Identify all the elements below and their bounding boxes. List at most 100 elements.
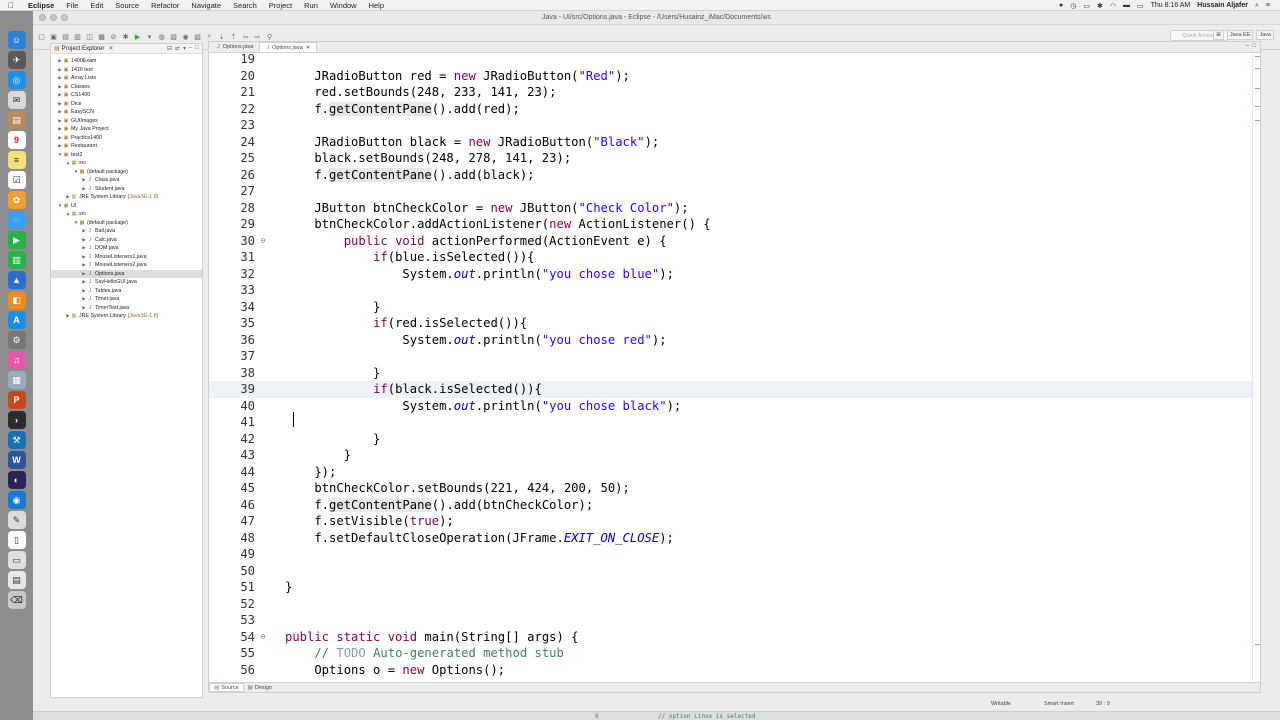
document-icon[interactable]: ▯: [7, 531, 26, 549]
tree-item[interactable]: ▶ J DOM.java: [51, 244, 202, 253]
bluetooth-icon[interactable]: ✱: [1097, 2, 1103, 10]
external-tools-icon[interactable]: ◍: [157, 33, 166, 42]
tree-item[interactable]: ▶ ▣ Restaurant: [51, 142, 202, 151]
tree-item[interactable]: ▼ ▣ UI: [51, 202, 202, 211]
code-area[interactable]: 19 20 JRadioButton red = new JRadioButton…: [209, 54, 1254, 681]
code-line[interactable]: 20 JRadioButton red = new JRadioButton("…: [209, 68, 1254, 85]
window-title-bar[interactable]: Java - UI/src/Options.java - Eclipse - /…: [33, 11, 1280, 25]
open-type-icon[interactable]: ◫: [85, 33, 94, 42]
code-line[interactable]: 27: [209, 183, 1254, 200]
code-line[interactable]: 23: [209, 117, 1254, 134]
collapse-all-icon[interactable]: ⊟: [167, 45, 172, 52]
menu-refactor[interactable]: Refactor: [145, 1, 185, 10]
code-line[interactable]: 46 f.getContentPane().add(btnCheckColor)…: [209, 497, 1254, 514]
tree-item[interactable]: ▶ J Calc.java: [51, 236, 202, 245]
contacts-icon[interactable]: ▤: [7, 111, 26, 129]
user-name[interactable]: Hussain Aljafer: [1197, 2, 1248, 9]
tree-item[interactable]: ▶ ▣ Array Lists: [51, 74, 202, 83]
fold-marker-icon[interactable]: ⊖: [259, 632, 267, 641]
code-line[interactable]: 19: [209, 54, 1254, 68]
code-line[interactable]: 37: [209, 348, 1254, 365]
code-line[interactable]: 50: [209, 563, 1254, 580]
code-line[interactable]: 39 if(black.isSelected()){: [209, 381, 1254, 398]
overview-ruler[interactable]: [1252, 54, 1260, 681]
minimize-icon[interactable]: –: [189, 45, 192, 52]
tree-item[interactable]: ▼ ▦ src: [51, 210, 202, 219]
record-icon[interactable]: ●: [1059, 2, 1063, 9]
perspective-java[interactable]: Java: [1256, 30, 1274, 40]
powerpoint-icon[interactable]: P: [7, 391, 26, 409]
tree-item[interactable]: ▶ ▣ Dice: [51, 100, 202, 109]
menu-source[interactable]: Source: [109, 1, 145, 10]
code-line[interactable]: 45 btnCheckColor.setBounds(221, 424, 200…: [209, 480, 1254, 497]
keynote-icon[interactable]: ▲: [7, 271, 26, 289]
code-line[interactable]: 52: [209, 596, 1254, 613]
code-line[interactable]: 41: [209, 414, 1254, 431]
close-icon[interactable]: ✕: [108, 45, 113, 52]
menu-project[interactable]: Project: [263, 1, 298, 10]
menu-navigate[interactable]: Navigate: [185, 1, 227, 10]
zoom-window-icon[interactable]: [61, 14, 68, 21]
tree-item[interactable]: ▶ ▥ JRE System Library [JavaSE-1.8]: [51, 193, 202, 202]
project-explorer-tab[interactable]: ▤ Project Explorer ✕ ⊟ ⇄ ▾ – □: [51, 44, 202, 54]
open-task-icon[interactable]: ▨: [193, 33, 202, 42]
editor-tab-options-1[interactable]: J Options.java: [211, 42, 259, 52]
code-line[interactable]: 55 // TODO Auto-generated method stub: [209, 645, 1254, 662]
ibooks-icon[interactable]: ◧: [7, 291, 26, 309]
close-window-icon[interactable]: [39, 14, 46, 21]
terminal-icon[interactable]: ›: [7, 411, 26, 429]
finder-icon[interactable]: ☺: [7, 31, 26, 49]
new-java-package-icon[interactable]: ▧: [169, 33, 178, 42]
editor-tab-options-2[interactable]: J Options.java ✕: [259, 42, 318, 52]
notes-icon[interactable]: ≡: [7, 151, 26, 169]
tree-item[interactable]: ▶ J MouseListeners2.java: [51, 261, 202, 270]
status-insert-mode[interactable]: Smart Insert: [1044, 701, 1074, 707]
code-line[interactable]: 36 System.out.println("you chose red");: [209, 332, 1254, 349]
ruler-mark[interactable]: [1255, 120, 1260, 121]
code-line[interactable]: 38 }: [209, 365, 1254, 382]
mail-icon[interactable]: ✉: [7, 91, 26, 109]
notification-center-icon[interactable]: ≡: [1266, 2, 1270, 9]
source-tab[interactable]: ▤ Source: [209, 683, 244, 692]
folder-icon[interactable]: ▤: [7, 571, 26, 589]
airplay-icon[interactable]: ▭: [1083, 2, 1090, 10]
safari-icon[interactable]: ◎: [7, 71, 26, 89]
code-line[interactable]: 28 JButton btnCheckColor = new JButton("…: [209, 200, 1254, 217]
code-line[interactable]: 42 }: [209, 431, 1254, 448]
link-editor-icon[interactable]: ⇄: [175, 45, 180, 52]
camera-icon[interactable]: ◉: [7, 491, 26, 509]
calendar-icon[interactable]: 9: [7, 131, 26, 149]
minimize-editor-icon[interactable]: –: [1246, 43, 1249, 49]
timer-icon[interactable]: ◷: [1070, 2, 1076, 10]
code-line[interactable]: 30 ⊖ public void actionPerformed(ActionEv…: [209, 233, 1254, 250]
code-line[interactable]: 40 System.out.println("you chose black")…: [209, 398, 1254, 415]
tree-item[interactable]: ▶ ▣ CS1400: [51, 91, 202, 100]
flag-icon[interactable]: ▬: [1123, 2, 1130, 9]
menu-run[interactable]: Run: [298, 1, 324, 10]
perspective-java-ee[interactable]: Java EE: [1226, 30, 1254, 40]
close-tab-icon[interactable]: ✕: [306, 45, 311, 51]
minimize-window-icon[interactable]: [50, 14, 57, 21]
open-perspective-icon[interactable]: ⊞: [1213, 30, 1224, 40]
tree-item[interactable]: ▶ J Class.java: [51, 176, 202, 185]
code-line[interactable]: 35 if(red.isSelected()){: [209, 315, 1254, 332]
photos-icon[interactable]: ✿: [7, 191, 26, 209]
itunes-icon[interactable]: ♫: [7, 351, 26, 369]
menu-window[interactable]: Window: [324, 1, 363, 10]
code-line[interactable]: 22 f.getContentPane().add(red);: [209, 101, 1254, 118]
tree-item[interactable]: ▶ ▣ Classes: [51, 83, 202, 92]
new-icon[interactable]: ▢: [37, 33, 46, 42]
code-line[interactable]: 53: [209, 612, 1254, 629]
save-icon[interactable]: ▣: [49, 33, 58, 42]
tree-item[interactable]: ▶ J MouseListeners1.java: [51, 253, 202, 262]
numbers-icon[interactable]: ▥: [7, 251, 26, 269]
tree-item[interactable]: ▶ ▣ 1410 test: [51, 66, 202, 75]
messages-icon[interactable]: ◌: [7, 211, 26, 229]
code-line[interactable]: 33: [209, 282, 1254, 299]
system-preferences-icon[interactable]: ⚙: [7, 331, 26, 349]
code-line[interactable]: 32 System.out.println("you chose blue");: [209, 266, 1254, 283]
ruler-mark[interactable]: [1255, 106, 1260, 107]
script-editor-icon[interactable]: ✎: [7, 511, 26, 529]
code-line[interactable]: 31 if(blue.isSelected()){: [209, 249, 1254, 266]
run-icon[interactable]: ▶: [133, 33, 142, 42]
